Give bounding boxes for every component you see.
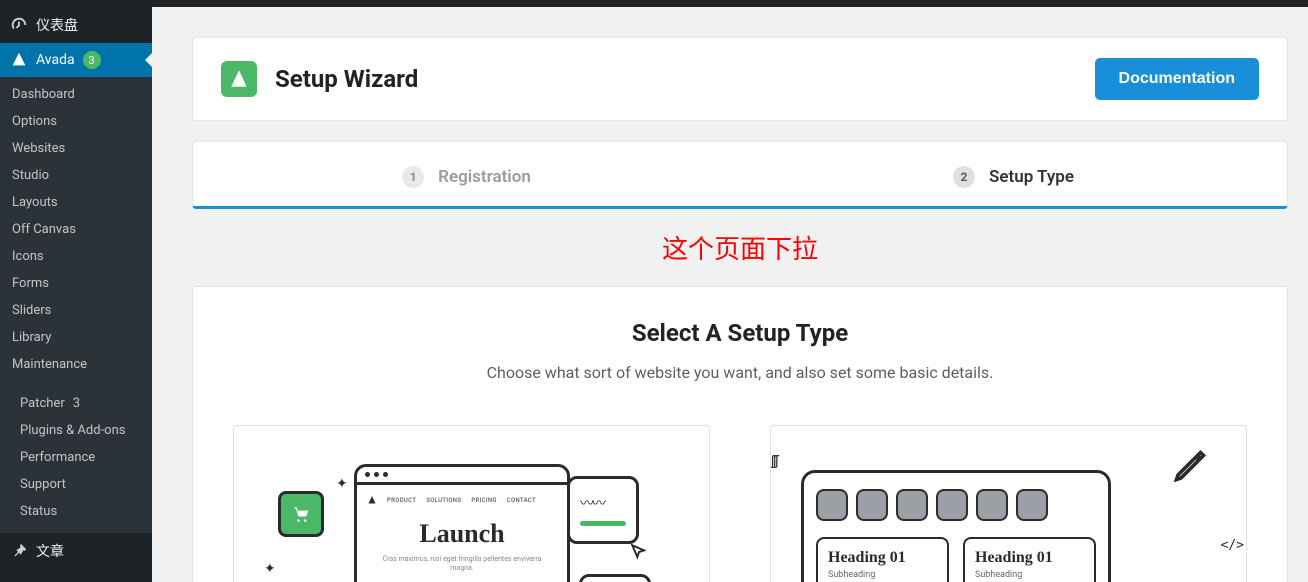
sidebar-item-posts[interactable]: 文章 xyxy=(0,533,152,569)
sidebar-dashboard-label: 仪表盘 xyxy=(36,15,78,35)
cart-icon xyxy=(278,491,324,537)
pin-icon xyxy=(10,542,28,560)
sparkle-icon: ✦ xyxy=(770,576,773,582)
setup-option-scratch[interactable]: ʃʃʃ ✦ </> Heading 01 xyxy=(770,425,1247,582)
header-card: Setup Wizard Documentation xyxy=(192,37,1288,121)
sidebar-sub-icons[interactable]: Icons xyxy=(0,243,152,270)
avada-submenu: Dashboard Options Websites Studio Layout… xyxy=(0,77,152,386)
avada-icon xyxy=(10,51,28,69)
patcher-label: Patcher xyxy=(20,396,65,411)
step-1-num: 1 xyxy=(402,166,424,188)
sidebar-avada-label: Avada xyxy=(36,52,75,68)
illus-card-1: Heading 01 Subheading xyxy=(816,537,949,582)
sidebar-sub-patcher[interactable]: Patcher 3 xyxy=(0,390,152,417)
panel-illus xyxy=(579,574,651,582)
step-2-label: Setup Type xyxy=(989,167,1074,187)
illustration-scratch: ʃʃʃ ✦ </> Heading 01 xyxy=(801,456,1216,582)
main-card: Select A Setup Type Choose what sort of … xyxy=(192,286,1288,582)
setup-option-prebuilt[interactable]: ✦ ✦ PRODUCT SOLUTIONS xyxy=(233,425,710,582)
content-area: Setup Wizard Documentation 1 Registratio… xyxy=(152,7,1308,582)
sidebar-sub-library[interactable]: Library xyxy=(0,324,152,351)
sidebar-item-avada[interactable]: Avada 3 xyxy=(0,43,152,77)
illus-card-2: Heading 01 Subheading xyxy=(963,537,1096,582)
sidebar-sub-maintenance[interactable]: Maintenance xyxy=(0,351,152,378)
browser-mockup: PRODUCT SOLUTIONS PRICING CONTACT Launch… xyxy=(354,464,570,582)
cursor-icon xyxy=(629,542,649,566)
illus-hero-title: Launch xyxy=(367,519,557,549)
sidebar-sub-dashboard[interactable]: Dashboard xyxy=(0,81,152,108)
sparkle-icon: ✦ xyxy=(264,561,276,577)
step-setup-type[interactable]: 2 Setup Type xyxy=(740,166,1287,188)
illustration-prebuilt: ✦ ✦ PRODUCT SOLUTIONS xyxy=(264,456,679,582)
sidebar-sub-support[interactable]: Support xyxy=(0,471,152,498)
step-registration[interactable]: 1 Registration xyxy=(193,166,740,188)
admin-sidebar: 仪表盘 Avada 3 Dashboard Options Websites S… xyxy=(0,7,152,582)
sidebar-posts-label: 文章 xyxy=(36,541,64,561)
sidebar-sub-layouts[interactable]: Layouts xyxy=(0,189,152,216)
avada-logo xyxy=(221,61,257,97)
sidebar-sub-sliders[interactable]: Sliders xyxy=(0,297,152,324)
patcher-badge: 3 xyxy=(73,396,80,411)
sidebar-sub-plugins[interactable]: Plugins & Add-ons xyxy=(0,417,152,444)
avada-submenu-2: Patcher 3 Plugins & Add-ons Performance … xyxy=(0,386,152,533)
frame-illus: Heading 01 Subheading Heading 01 Subhead… xyxy=(801,470,1111,582)
main-heading: Select A Setup Type xyxy=(233,319,1247,347)
sidebar-sub-websites[interactable]: Websites xyxy=(0,135,152,162)
main-subtext: Choose what sort of website you want, an… xyxy=(460,361,1020,385)
sidebar-sub-options[interactable]: Options xyxy=(0,108,152,135)
avada-badge: 3 xyxy=(83,51,101,69)
sidebar-sub-performance[interactable]: Performance xyxy=(0,444,152,471)
annotation-text: 这个页面下拉 xyxy=(192,229,1288,266)
step-2-num: 2 xyxy=(953,166,975,188)
steps-card: 1 Registration 2 Setup Type xyxy=(192,141,1288,209)
sidebar-item-dashboard[interactable]: 仪表盘 xyxy=(0,7,152,43)
widget-illus: 〰〰 xyxy=(567,476,639,544)
code-icon: </> xyxy=(1221,538,1244,553)
step-1-label: Registration xyxy=(438,167,531,187)
pencil-icon xyxy=(1172,448,1208,488)
documentation-button[interactable]: Documentation xyxy=(1095,58,1259,100)
illus-hero-text: Cras maximus, nisi eget fringilla pellen… xyxy=(367,555,557,573)
sidebar-sub-studio[interactable]: Studio xyxy=(0,162,152,189)
page-title: Setup Wizard xyxy=(275,65,1077,93)
dashboard-icon xyxy=(10,16,28,34)
squiggle-icon: ʃʃʃ xyxy=(771,452,777,469)
setup-options: ✦ ✦ PRODUCT SOLUTIONS xyxy=(233,425,1247,582)
sidebar-sub-forms[interactable]: Forms xyxy=(0,270,152,297)
admin-topbar xyxy=(0,0,1308,7)
sparkle-icon: ✦ xyxy=(336,476,348,492)
sidebar-sub-status[interactable]: Status xyxy=(0,498,152,525)
sidebar-sub-offcanvas[interactable]: Off Canvas xyxy=(0,216,152,243)
